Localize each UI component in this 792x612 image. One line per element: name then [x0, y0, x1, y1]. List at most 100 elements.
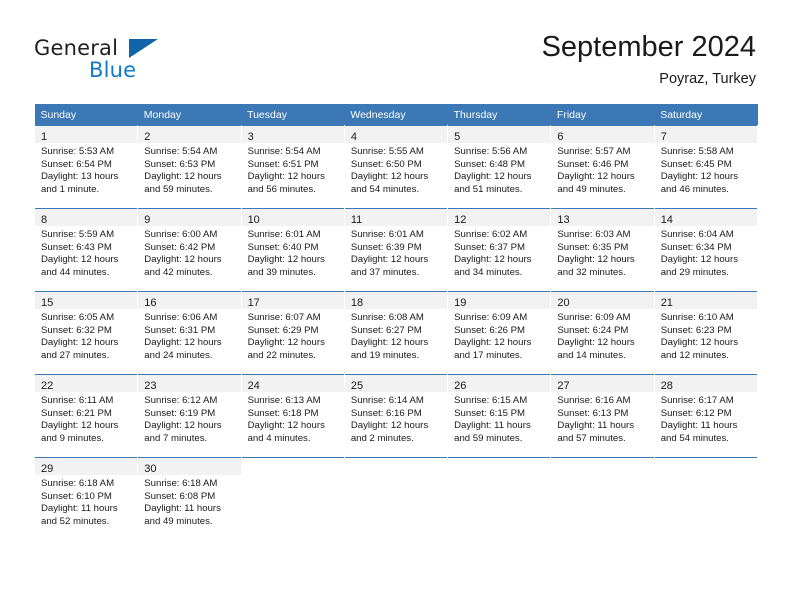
day-details: Sunrise: 5:59 AM Sunset: 6:43 PM Daylight:… [35, 226, 137, 279]
calendar-day-cell[interactable]: 8 Sunrise: 5:59 AM Sunset: 6:43 PM Daylight… [33, 208, 139, 292]
calendar-body: 1 Sunrise: 5:53 AM Sunset: 6:54 PM Daylight… [33, 125, 759, 540]
calendar-day-cell[interactable]: 29 Sunrise: 6:18 AM Sunset: 6:10 PM Dayligh… [33, 457, 139, 540]
calendar-day-cell[interactable]: 7 Sunrise: 5:58 AM Sunset: 6:45 PM Daylight… [653, 125, 759, 209]
sunrise-time: Sunrise: 6:17 AM [660, 395, 734, 406]
calendar-day-cell[interactable]: 20 Sunrise: 6:09 AM Sunset: 6:24 PM Dayligh… [550, 291, 655, 375]
calendar-day-cell[interactable]: 14 Sunrise: 6:04 AM Sunset: 6:34 PM Dayligh… [653, 208, 759, 292]
daylight-duration-line2: and 14 minutes. [557, 349, 626, 361]
day-number: 7 [660, 131, 667, 143]
sunset-time: Sunset: 6:12 PM [660, 407, 732, 419]
day-number-band [448, 458, 551, 475]
daylight-duration-line2: and 4 minutes. [247, 432, 311, 444]
calendar-day-cell[interactable]: 17 Sunrise: 6:07 AM Sunset: 6:29 PM Dayligh… [240, 291, 345, 375]
daylight-duration-line1: Daylight: 12 hours [660, 171, 739, 183]
calendar-grid: Sunday Monday Tuesday Wednesday Thursday… [33, 104, 759, 540]
calendar-day-cell[interactable]: 11 Sunrise: 6:01 AM Sunset: 6:39 PM Dayligh… [343, 208, 449, 292]
daylight-duration-line2: and 27 minutes. [41, 349, 110, 361]
calendar-day-cell[interactable]: 26 Sunrise: 6:15 AM Sunset: 6:15 PM Dayligh… [447, 374, 552, 458]
calendar-day-cell[interactable]: 2 Sunrise: 5:54 AM Sunset: 6:53 PM Daylight… [137, 125, 242, 209]
day-number-band: 23 [138, 375, 241, 392]
sunrise-time: Sunrise: 6:16 AM [557, 395, 631, 406]
calendar-day-cell[interactable]: 5 Sunrise: 5:56 AM Sunset: 6:48 PM Daylight… [447, 125, 552, 209]
sunset-time: Sunset: 6:08 PM [144, 490, 216, 502]
day-number-band: 22 [35, 375, 138, 392]
calendar-day-cell[interactable]: 4 Sunrise: 5:55 AM Sunset: 6:50 PM Daylight… [343, 125, 449, 209]
day-details: Sunrise: 6:17 AM Sunset: 6:12 PM Daylight:… [655, 392, 757, 445]
day-details: Sunrise: 6:18 AM Sunset: 6:08 PM Daylight:… [138, 475, 240, 528]
calendar-day-cell[interactable]: 30 Sunrise: 6:18 AM Sunset: 6:08 PM Dayligh… [137, 457, 242, 540]
weekday-header-monday: Monday [137, 104, 242, 126]
sunset-time: Sunset: 6:45 PM [660, 158, 732, 170]
day-details [242, 475, 344, 478]
sunrise-time: Sunrise: 5:56 AM [454, 146, 528, 157]
sunrise-time: Sunrise: 6:14 AM [350, 395, 424, 406]
brand-logo[interactable]: General Blue [34, 36, 234, 86]
calendar-day-cell[interactable]: 16 Sunrise: 6:06 AM Sunset: 6:31 PM Dayligh… [137, 291, 242, 375]
calendar-day-cell[interactable]: 21 Sunrise: 6:10 AM Sunset: 6:23 PM Dayligh… [653, 291, 759, 375]
day-number: 1 [41, 131, 48, 143]
page-title: September 2024 [541, 31, 756, 63]
calendar-day-cell[interactable]: 27 Sunrise: 6:16 AM Sunset: 6:13 PM Dayligh… [550, 374, 655, 458]
calendar-day-cell-empty [240, 457, 345, 540]
day-number-band: 15 [35, 292, 138, 309]
daylight-duration-line1: Daylight: 12 hours [144, 171, 222, 183]
calendar-day-cell[interactable]: 23 Sunrise: 6:12 AM Sunset: 6:19 PM Dayligh… [137, 374, 242, 458]
calendar-day-cell[interactable]: 10 Sunrise: 6:01 AM Sunset: 6:40 PM Dayligh… [240, 208, 345, 292]
day-details: Sunrise: 6:05 AM Sunset: 6:32 PM Daylight:… [35, 309, 137, 362]
day-number: 3 [247, 131, 254, 143]
title-block: September 2024 Poyraz, Turkey [542, 30, 756, 89]
calendar-day-cell[interactable]: 22 Sunrise: 6:11 AM Sunset: 6:21 PM Dayligh… [33, 374, 139, 458]
day-number: 24 [247, 380, 260, 392]
daylight-duration-line2: and 49 minutes. [557, 183, 626, 195]
day-number-band: 9 [138, 209, 241, 226]
day-number-band: 29 [35, 458, 138, 475]
daylight-duration-line2: and 52 minutes. [41, 515, 110, 527]
calendar-day-cell[interactable]: 28 Sunrise: 6:17 AM Sunset: 6:12 PM Dayligh… [653, 374, 759, 458]
daylight-duration-line2: and 44 minutes. [41, 266, 110, 278]
calendar-day-cell[interactable]: 1 Sunrise: 5:53 AM Sunset: 6:54 PM Daylight… [33, 125, 139, 209]
page-header: General Blue September 2024 Poyraz, Turk… [0, 0, 792, 100]
calendar-day-cell[interactable]: 12 Sunrise: 6:02 AM Sunset: 6:37 PM Dayligh… [447, 208, 552, 292]
calendar-day-cell[interactable]: 9 Sunrise: 6:00 AM Sunset: 6:42 PM Daylight… [137, 208, 242, 292]
day-number: 29 [41, 463, 54, 475]
day-number-band [551, 458, 654, 475]
weekday-header-wednesday: Wednesday [344, 104, 448, 126]
daylight-duration-line1: Daylight: 12 hours [41, 420, 119, 432]
sunset-time: Sunset: 6:37 PM [454, 241, 526, 253]
day-details: Sunrise: 6:18 AM Sunset: 6:10 PM Daylight:… [35, 475, 137, 528]
day-details: Sunrise: 6:00 AM Sunset: 6:42 PM Daylight:… [138, 226, 240, 279]
daylight-duration-line1: Daylight: 12 hours [557, 337, 635, 349]
calendar-day-cell[interactable]: 6 Sunrise: 5:57 AM Sunset: 6:46 PM Daylight… [550, 125, 655, 209]
day-details: Sunrise: 6:15 AM Sunset: 6:15 PM Daylight:… [448, 392, 550, 445]
day-number: 25 [350, 380, 364, 392]
day-number: 11 [350, 214, 363, 226]
day-number: 17 [247, 297, 260, 309]
calendar-week-row: 29 Sunrise: 6:18 AM Sunset: 6:10 PM Dayligh… [33, 457, 759, 540]
sunrise-time: Sunrise: 6:11 AM [41, 395, 114, 406]
weekday-header-tuesday: Tuesday [241, 104, 345, 126]
daylight-duration-line1: Daylight: 12 hours [247, 420, 325, 432]
day-number-band: 5 [448, 126, 551, 143]
calendar-day-cell[interactable]: 18 Sunrise: 6:08 AM Sunset: 6:27 PM Dayligh… [343, 291, 449, 375]
day-details: Sunrise: 6:13 AM Sunset: 6:18 PM Daylight:… [242, 392, 344, 445]
calendar-week-row: 15 Sunrise: 6:05 AM Sunset: 6:32 PM Dayligh… [33, 291, 759, 375]
calendar-day-cell[interactable]: 19 Sunrise: 6:09 AM Sunset: 6:26 PM Dayligh… [447, 291, 552, 375]
day-details [655, 475, 757, 478]
calendar-day-cell[interactable]: 15 Sunrise: 6:05 AM Sunset: 6:32 PM Dayligh… [33, 291, 139, 375]
daylight-duration-line1: Daylight: 12 hours [557, 254, 635, 266]
calendar-day-cell[interactable]: 3 Sunrise: 5:54 AM Sunset: 6:51 PM Daylight… [240, 125, 345, 209]
day-number-band: 25 [344, 375, 448, 392]
calendar-day-cell[interactable]: 13 Sunrise: 6:03 AM Sunset: 6:35 PM Dayligh… [550, 208, 655, 292]
sunrise-time: Sunrise: 6:04 AM [660, 229, 734, 240]
sunrise-time: Sunrise: 6:09 AM [557, 312, 631, 323]
sunset-time: Sunset: 6:34 PM [660, 241, 732, 253]
daylight-duration-line2: and 51 minutes. [454, 183, 523, 195]
daylight-duration-line1: Daylight: 12 hours [454, 337, 532, 349]
day-number: 23 [144, 380, 157, 392]
calendar-day-cell[interactable]: 24 Sunrise: 6:13 AM Sunset: 6:18 PM Dayligh… [240, 374, 345, 458]
sunset-time: Sunset: 6:54 PM [41, 158, 112, 170]
calendar-day-cell[interactable]: 25 Sunrise: 6:14 AM Sunset: 6:16 PM Dayligh… [343, 374, 449, 458]
day-details: Sunrise: 6:10 AM Sunset: 6:23 PM Daylight:… [655, 309, 757, 362]
daylight-duration-line2: and 22 minutes. [247, 349, 316, 361]
daylight-duration-line1: Daylight: 11 hours [557, 420, 635, 432]
